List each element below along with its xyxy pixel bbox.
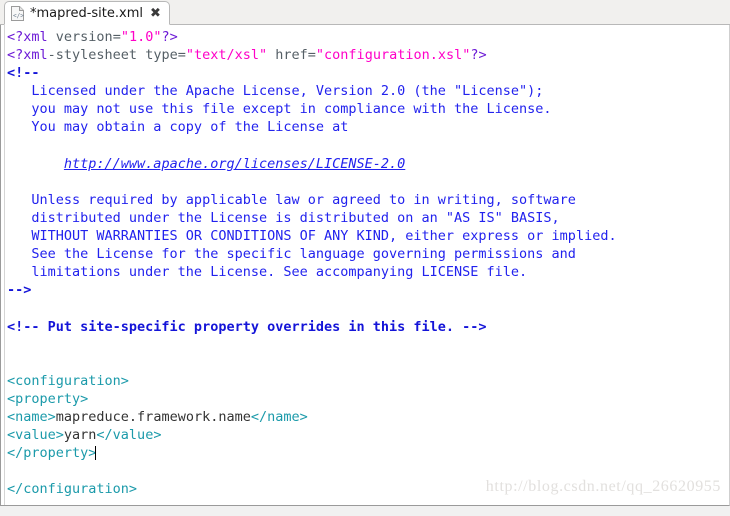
editor-window: </> *mapred-site.xml ✖ <?xml version="1.… [0,0,730,516]
code-line: http://www.apache.org/licenses/LICENSE-2… [7,155,729,173]
code-line: See the License for the specific languag… [7,245,729,263]
code-token: http://www.apache.org/licenses/LICENSE-2… [63,155,406,172]
code-line: distributed under the License is distrib… [7,209,729,227]
code-line: you may not use this file except in comp… [7,100,729,118]
code-token: <?xml [7,47,48,64]
code-line: --> [7,281,729,299]
code-token: href [275,47,308,64]
code-line: <configuration> [7,372,729,390]
code-token: --> [7,282,32,299]
code-token: "text/xsl" [185,47,268,64]
code-token: Licensed under the Apache License, Versi… [7,83,544,100]
watermark-text: http://blog.csdn.net/qq_26620955 [485,478,721,495]
code-token: </configuration> [7,481,138,498]
code-line: <value>yarn</value> [7,426,729,444]
code-token: "1.0" [120,29,162,45]
code-line: <!-- [7,64,729,82]
code-token: -stylesheet [47,47,146,64]
code-token: "configuration.xsl" [315,47,471,64]
code-token: </property> [7,445,97,462]
code-token: <configuration> [7,372,129,389]
xml-document-icon: </> [11,5,24,21]
code-editor[interactable]: <?xml version="1.0"?> <?xml-stylesheet ty… [0,25,730,506]
code-token: distributed under the License is distrib… [7,209,560,226]
code-line: <?xml-stylesheet type="text/xsl" href="c… [7,46,729,64]
code-line: You may obtain a copy of the License at [7,118,729,136]
code-line: </property> [7,444,729,462]
code-token: yarn [63,427,97,444]
code-token: = [177,47,186,64]
code-token: </value> [96,427,162,444]
code-token: version [55,29,113,45]
code-token: You may obtain a copy of the License at [7,119,349,136]
code-line: WITHOUT WARRANTIES OR CONDITIONS OF ANY … [7,227,729,245]
code-line: Unless required by applicable law or agr… [7,191,729,209]
code-line: <?xml version="1.0"?> [7,28,729,46]
code-token: </name> [250,408,308,425]
code-token: <?xml [7,29,48,45]
code-token: ?> [470,47,487,64]
code-line: <name>mapreduce.framework.name</name> [7,408,729,426]
code-line: <property> [7,390,729,408]
code-token: = [307,47,316,64]
svg-text:</>: </> [13,12,24,19]
code-line: limitations under the License. See accom… [7,263,729,281]
code-token: <value> [7,427,64,444]
code-line: Licensed under the Apache License, Versi… [7,82,729,100]
tab-title: *mapred-site.xml [30,5,143,21]
code-token: mapreduce.framework.name [55,408,251,425]
tab-bar: </> *mapred-site.xml ✖ [0,0,730,25]
code-line: <!-- Put site-specific property override… [7,318,729,336]
code-token: type [145,47,178,64]
code-token: limitations under the License. See accom… [7,264,528,281]
editor-gutter [1,25,5,505]
code-token: <!-- Put site-specific property override… [7,318,487,335]
code-token: = [112,29,121,45]
close-icon[interactable]: ✖ [150,7,161,20]
tab-mapred-site-xml[interactable]: </> *mapred-site.xml ✖ [4,1,170,25]
code-token: you may not use this file except in comp… [7,101,552,118]
code-token: Unless required by applicable law or agr… [7,191,576,208]
code-token: WITHOUT WARRANTIES OR CONDITIONS OF ANY … [7,228,617,245]
code-token: ?> [161,29,178,45]
code-token: See the License for the specific languag… [7,246,576,263]
code-token: <property> [7,390,89,407]
code-text-area[interactable]: <?xml version="1.0"?> <?xml-stylesheet ty… [7,28,729,498]
code-token: <!-- [7,65,40,82]
text-caret [95,446,97,461]
code-token: <name> [7,408,56,425]
